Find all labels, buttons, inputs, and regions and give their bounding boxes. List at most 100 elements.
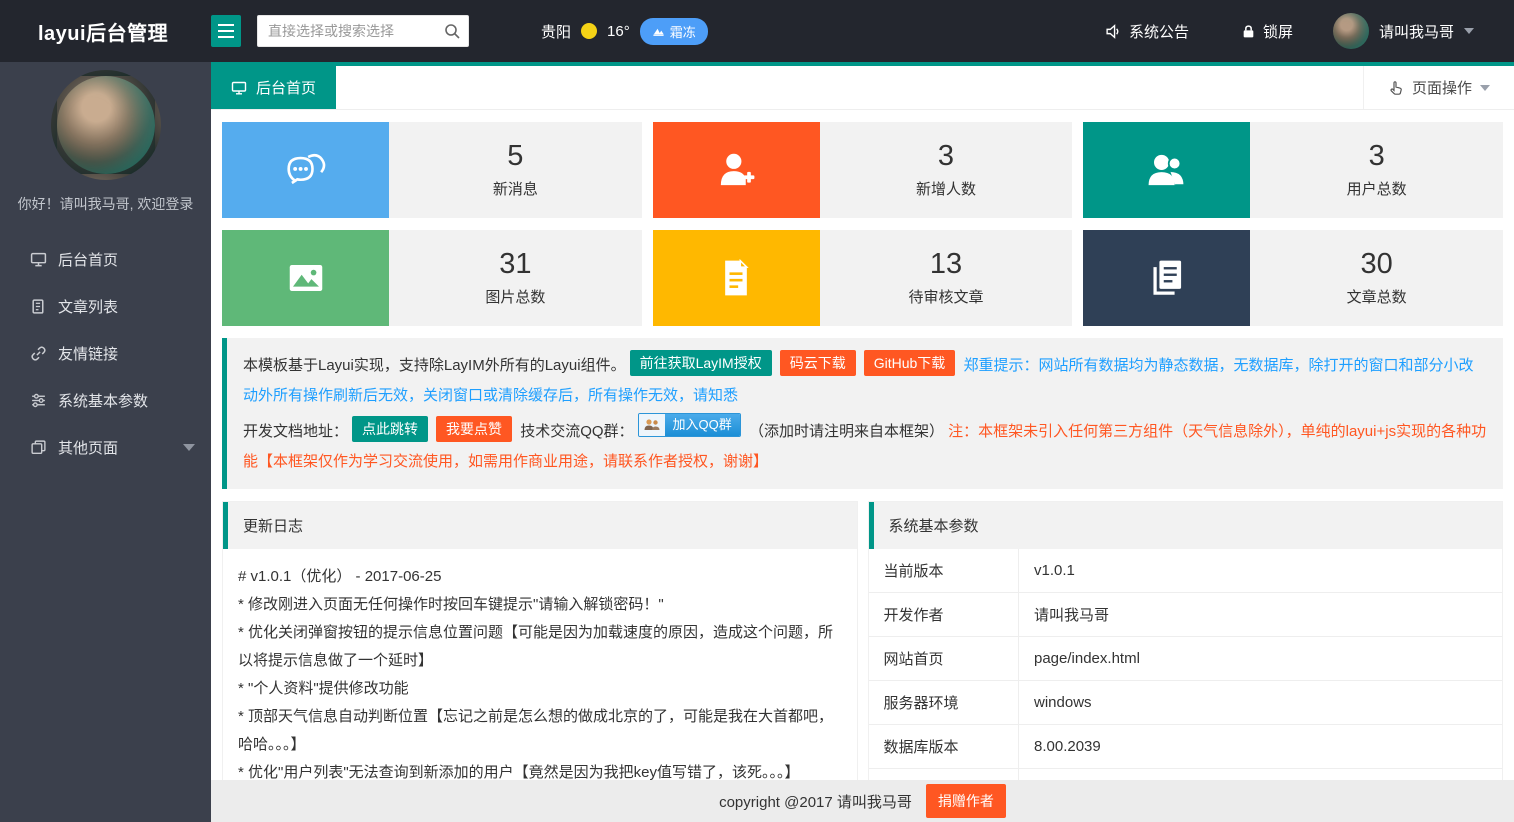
sidebar-item-links[interactable]: 友情链接	[0, 330, 211, 377]
donate-button[interactable]: 捐赠作者	[926, 784, 1006, 818]
changelog-line: # v1.0.1（优化） - 2017-06-25	[238, 563, 842, 591]
stat-card-pending-articles[interactable]: 13 待审核文章	[653, 230, 1073, 326]
article-icon	[30, 298, 47, 315]
github-download-button[interactable]: GitHub下载	[864, 350, 956, 376]
sidebar-item-label: 文章列表	[58, 296, 118, 317]
param-value: v1.0.1	[1019, 549, 1503, 593]
doc-address-label: 开发文档地址：	[243, 423, 348, 440]
tab-home[interactable]: 后台首页	[211, 66, 336, 109]
stat-label: 新消息	[493, 178, 538, 199]
chevron-down-icon	[1480, 85, 1490, 91]
table-row: 当前版本 v1.0.1	[869, 549, 1503, 593]
hamburger-icon	[218, 24, 234, 26]
param-value: windows	[1019, 681, 1503, 725]
param-label: 数据库版本	[869, 725, 1019, 769]
hand-pointer-icon	[1388, 80, 1404, 96]
sidebar-item-home[interactable]: 后台首页	[0, 236, 211, 283]
search-icon[interactable]	[443, 22, 461, 40]
qq-badge-label: 加入QQ群	[665, 414, 740, 436]
dashboard-panels: 更新日志 # v1.0.1（优化） - 2017-06-25 * 修改刚进入页面…	[222, 501, 1503, 780]
sidebar-item-label: 友情链接	[58, 343, 118, 364]
doc-jump-button[interactable]: 点此跳转	[352, 416, 428, 442]
stat-label: 图片总数	[485, 286, 545, 307]
image-icon	[222, 230, 389, 326]
announcement-label: 系统公告	[1129, 21, 1189, 42]
system-params-panel: 系统基本参数 当前版本 v1.0.1 开发作者 请叫我马哥	[868, 501, 1504, 780]
changelog-line: * 优化关闭弹窗按钮的提示信息位置问题【可能是因为加载速度的原因，造成这个问题，…	[238, 619, 842, 675]
tab-spacer	[336, 66, 1363, 109]
qq-note: （添加时请注明来自本框架）	[749, 423, 944, 440]
table-row: 网站首页 page/index.html	[869, 637, 1503, 681]
lock-screen-button[interactable]: 锁屏	[1215, 0, 1319, 62]
chevron-down-icon	[1464, 28, 1474, 34]
changelog-line: * 优化"用户列表"无法查询到新添加的用户【竟然是因为我把key值写错了，该死。…	[238, 759, 842, 780]
weather-city: 贵阳	[541, 21, 571, 42]
pages-icon	[30, 439, 47, 456]
tab-label: 后台首页	[256, 77, 316, 98]
changelog-line: * "个人资料"提供修改功能	[238, 675, 842, 703]
sidebar-item-label: 系统基本参数	[58, 390, 148, 411]
user-plus-icon	[653, 122, 820, 218]
lock-label: 锁屏	[1263, 21, 1293, 42]
system-params-title: 系统基本参数	[869, 502, 1503, 549]
qq-group-label: 技术交流QQ群：	[520, 423, 633, 440]
param-label: 最大上传限制	[869, 769, 1019, 781]
system-announcement-button[interactable]: 系统公告	[1079, 0, 1215, 62]
monitor-icon	[231, 80, 247, 96]
stat-card-new-users[interactable]: 3 新增人数	[653, 122, 1073, 218]
changelog-line: * 顶部天气信息自动判断位置【忘记之前是怎么想的做成北京的了，可能是我在大首都吧…	[238, 703, 842, 759]
sidebar-item-articles[interactable]: 文章列表	[0, 283, 211, 330]
table-row: 服务器环境 windows	[869, 681, 1503, 725]
changelog-title: 更新日志	[223, 502, 857, 549]
user-menu[interactable]: 请叫我马哥	[1319, 0, 1514, 62]
param-label: 服务器环境	[869, 681, 1019, 725]
stat-card-total-users[interactable]: 3 用户总数	[1083, 122, 1503, 218]
sidebar-item-system-params[interactable]: 系统基本参数	[0, 377, 211, 424]
sidebar-nav: 后台首页 文章列表 友情链接 系统基本参数	[0, 236, 211, 471]
stat-card-new-messages[interactable]: 5 新消息	[222, 122, 642, 218]
username: 请叫我马哥	[1379, 21, 1454, 42]
notice-intro: 本模板基于Layui实现，支持除LayIM外所有的Layui组件。	[243, 357, 626, 374]
stat-label: 文章总数	[1347, 286, 1407, 307]
stat-label: 用户总数	[1347, 178, 1407, 199]
param-label: 网站首页	[869, 637, 1019, 681]
stat-value: 3	[1369, 141, 1385, 173]
search-input[interactable]	[257, 15, 469, 47]
page-operations-label: 页面操作	[1412, 77, 1472, 98]
gitee-download-button[interactable]: 码云下载	[780, 350, 856, 376]
table-row: 开发作者 请叫我马哥	[869, 593, 1503, 637]
weather-widget: 贵阳 16° 霜冻	[541, 18, 708, 45]
users-icon	[1083, 122, 1250, 218]
stat-value: 13	[930, 249, 962, 281]
param-value: page/index.html	[1019, 637, 1503, 681]
page-footer: copyright @2017 请叫我马哥 捐赠作者	[211, 780, 1514, 822]
profile-avatar[interactable]	[51, 70, 161, 180]
sidebar-item-label: 其他页面	[58, 437, 118, 458]
layim-auth-button[interactable]: 前往获取LayIM授权	[630, 350, 772, 376]
param-label: 当前版本	[869, 549, 1019, 593]
hamburger-menu-button[interactable]	[211, 15, 241, 47]
sidebar-item-label: 后台首页	[58, 249, 118, 270]
stat-label: 新增人数	[916, 178, 976, 199]
join-qq-group-button[interactable]: 加入QQ群	[638, 413, 741, 437]
file-text-icon	[653, 230, 820, 326]
table-row: 数据库版本 8.00.2039	[869, 725, 1503, 769]
link-icon	[30, 345, 47, 362]
files-icon	[1083, 230, 1250, 326]
page-operations-dropdown[interactable]: 页面操作	[1363, 66, 1514, 109]
quick-search	[257, 15, 469, 47]
weather-condition-badge[interactable]: 霜冻	[640, 18, 708, 45]
speaker-icon	[1105, 23, 1122, 40]
stat-label: 待审核文章	[908, 286, 983, 307]
like-button[interactable]: 我要点赞	[436, 416, 512, 442]
top-header: layui后台管理 贵阳 16° 霜冻	[0, 0, 1514, 62]
stat-cards: 5 新消息 3 新增人数	[222, 122, 1503, 326]
stat-value: 5	[507, 141, 523, 173]
settings-icon	[30, 392, 47, 409]
stat-card-total-articles[interactable]: 30 文章总数	[1083, 230, 1503, 326]
param-value: 2M	[1019, 769, 1503, 781]
stat-value: 31	[499, 249, 531, 281]
stat-card-total-images[interactable]: 31 图片总数	[222, 230, 642, 326]
sidebar: 你好！请叫我马哥, 欢迎登录 后台首页 文章列表 友情链接	[0, 62, 211, 822]
sidebar-item-other-pages[interactable]: 其他页面	[0, 424, 211, 471]
